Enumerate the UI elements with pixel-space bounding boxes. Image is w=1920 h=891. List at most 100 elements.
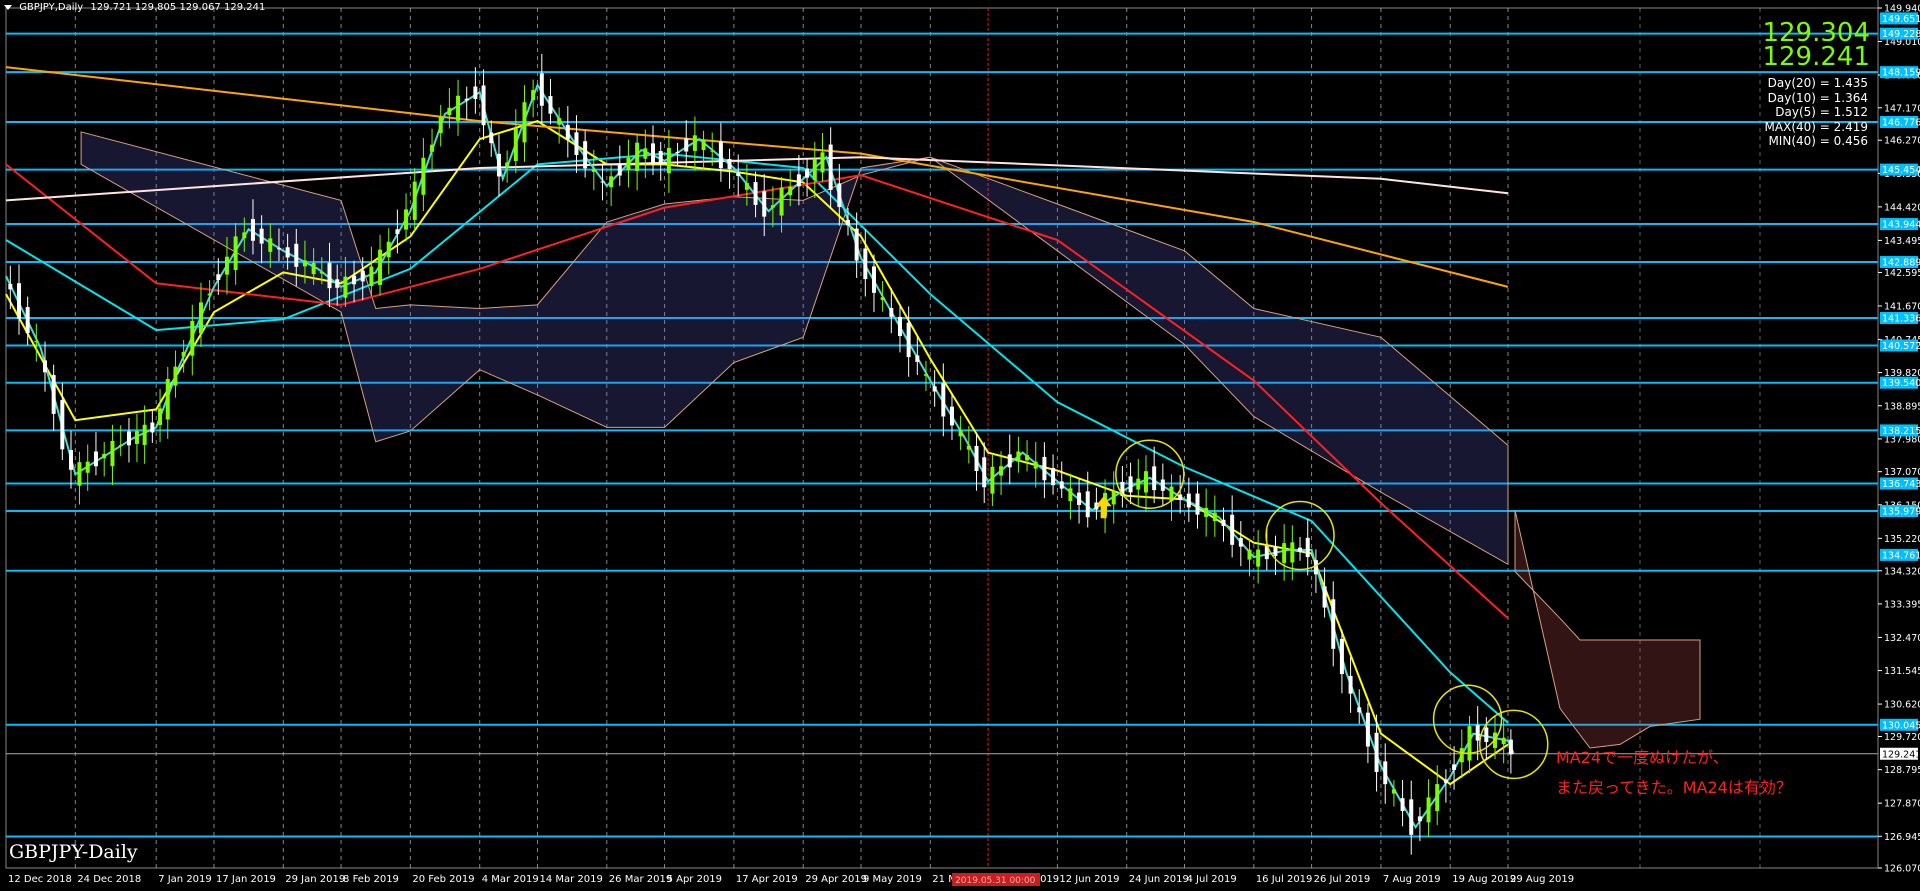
candle-body: [990, 466, 995, 494]
candle: [1322, 567, 1327, 618]
candle: [949, 393, 954, 440]
candle: [16, 264, 21, 335]
candle: [190, 304, 195, 376]
candle: [557, 107, 562, 144]
candle-body: [216, 274, 221, 281]
candle-body: [489, 132, 494, 144]
candle-body: [1077, 492, 1082, 505]
candle-body: [496, 153, 501, 177]
price-axis-label: 129.720: [1884, 732, 1920, 743]
candle-body: [1160, 479, 1165, 491]
price-axis-label: 144.420: [1884, 202, 1920, 213]
window-menu-icon[interactable]: [4, 4, 12, 10]
candle: [1152, 446, 1157, 504]
candle-body: [1357, 707, 1362, 713]
candle-body: [522, 102, 527, 143]
candle: [701, 130, 706, 170]
candle-body: [718, 141, 723, 169]
time-axis-label: 4 Mar 2019: [482, 874, 539, 885]
candle-body: [233, 236, 238, 271]
time-axis-label: 29 Apr 2019: [805, 874, 867, 885]
candle: [173, 350, 178, 398]
candle-body: [447, 107, 452, 116]
candle: [651, 125, 656, 176]
time-axis-label: 5 Apr 2019: [667, 874, 722, 885]
candle: [1409, 780, 1414, 855]
price-level-label: 136.743: [1882, 479, 1920, 490]
candle: [1120, 465, 1125, 508]
time-axis-label: 26 Jul 2019: [1314, 874, 1371, 885]
candle-body: [591, 168, 596, 172]
candle: [915, 335, 920, 376]
candle-body: [1391, 789, 1396, 794]
symbol-watermark-label: GBPJPY-Daily: [9, 841, 138, 863]
price-level-label: 135.979: [1882, 506, 1920, 517]
candle-body: [932, 386, 937, 392]
candle-body: [16, 283, 21, 319]
candle: [1178, 475, 1183, 514]
candle-body: [1339, 638, 1344, 675]
price-level-label: 141.336: [1882, 313, 1920, 324]
price-level-label: 149.651: [1882, 14, 1920, 25]
candle-body: [539, 73, 544, 106]
candle: [880, 280, 885, 312]
stat-day20: Day(20) = 1.435: [1767, 76, 1868, 90]
candle: [481, 69, 486, 140]
candle: [430, 128, 435, 172]
candle-body: [974, 445, 979, 472]
candle-body: [923, 374, 928, 376]
candle-body: [1426, 797, 1431, 823]
candle: [1204, 488, 1209, 537]
price-level-label: 142.889: [1882, 258, 1920, 269]
candle-body: [1051, 467, 1056, 486]
candle-body: [828, 144, 833, 190]
candle: [617, 145, 622, 186]
candle: [1143, 455, 1148, 513]
candle-body: [250, 218, 255, 241]
time-axis-label: 16 Jul 2019: [1256, 874, 1313, 885]
candle: [1282, 524, 1287, 581]
candle: [150, 410, 155, 443]
candle-body: [889, 308, 894, 317]
candle-body: [1484, 727, 1489, 742]
candle-body: [51, 375, 56, 414]
price-axis-label: 133.395: [1884, 599, 1920, 610]
candle: [727, 148, 732, 189]
candle-body: [666, 147, 671, 174]
candle: [958, 415, 963, 451]
candle-body: [319, 272, 324, 274]
candle-body: [1152, 466, 1157, 491]
candle: [1160, 463, 1165, 507]
ichimoku-cloud-projection: [1514, 510, 1701, 749]
candle-body: [343, 276, 348, 298]
candle: [1331, 581, 1336, 667]
candle-body: [1178, 494, 1183, 500]
candle: [1391, 780, 1396, 807]
candle-body: [93, 451, 98, 467]
candle-body: [871, 266, 876, 293]
chart-header: GBPJPY,Daily 129.721 129.805 129.067 129…: [4, 2, 265, 13]
candle: [1212, 495, 1217, 537]
candle: [1051, 454, 1056, 495]
candle-body: [788, 186, 793, 196]
ichimoku-cloud: [80, 131, 1509, 566]
candle-body: [727, 159, 732, 169]
candle: [412, 168, 417, 232]
price-axis-label: 127.870: [1884, 799, 1920, 810]
candle-body: [753, 182, 758, 205]
candle: [77, 451, 82, 505]
candle-body: [1186, 493, 1191, 508]
candle: [68, 430, 73, 489]
candle-body: [302, 260, 307, 267]
candle: [1298, 536, 1303, 561]
candle-body: [1475, 724, 1480, 741]
candle: [565, 106, 570, 158]
candle-body: [421, 157, 426, 195]
stat-max40: MAX(40) = 2.419: [1764, 119, 1868, 134]
chart-window[interactable]: 12 Dec 2018 24 Dec 2018 7 Jan 2019 17 Jan 2…: [0, 0, 1920, 891]
candle-body: [906, 322, 911, 358]
candle: [539, 53, 544, 123]
candle-body: [651, 143, 656, 164]
candle-body: [1256, 549, 1261, 567]
candle: [684, 120, 689, 167]
